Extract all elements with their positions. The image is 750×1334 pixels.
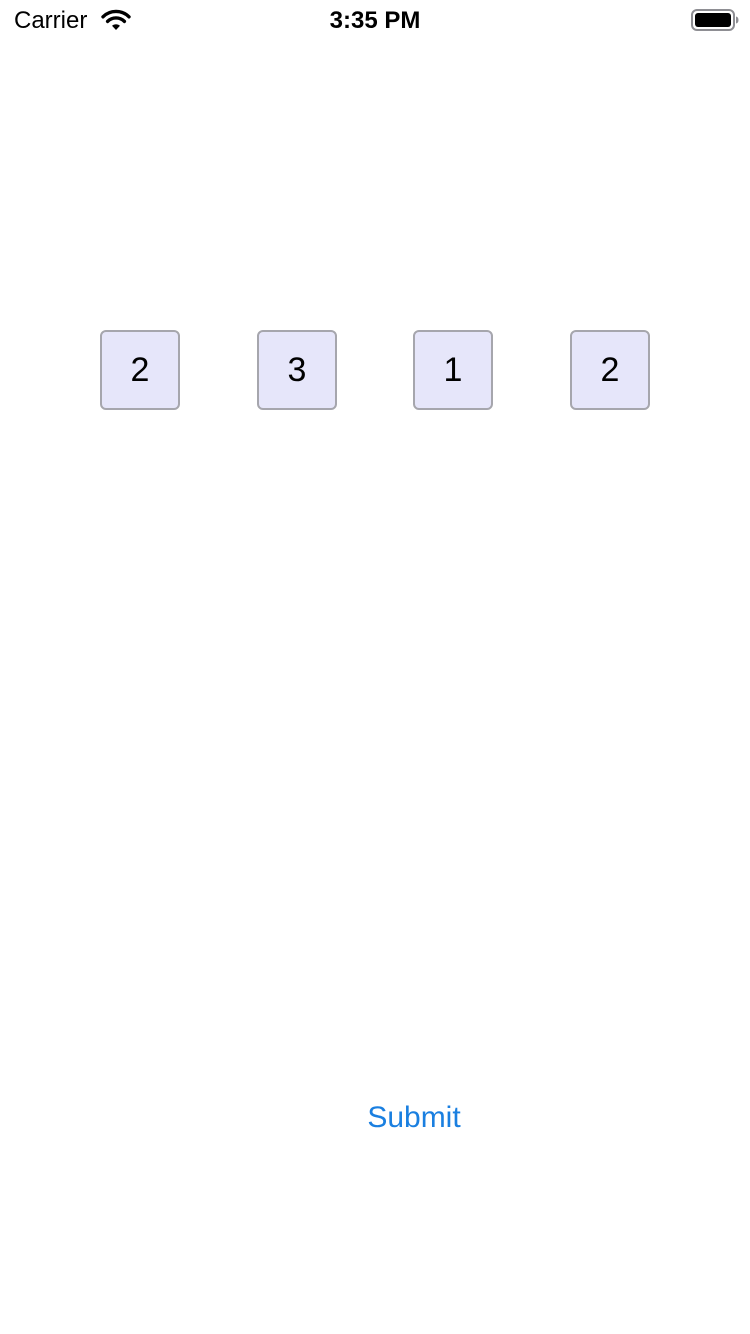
digit-row: 2 3 1 2: [0, 330, 750, 410]
status-bar: Carrier 3:35 PM: [0, 0, 750, 40]
status-time: 3:35 PM: [329, 7, 421, 34]
battery-full-icon: [691, 9, 739, 31]
digit-box[interactable]: 1: [413, 330, 493, 410]
submit-button[interactable]: Submit: [340, 1094, 488, 1142]
digit-box[interactable]: 3: [257, 330, 337, 410]
digit-box[interactable]: 2: [100, 330, 180, 410]
digit-box[interactable]: 2: [570, 330, 650, 410]
